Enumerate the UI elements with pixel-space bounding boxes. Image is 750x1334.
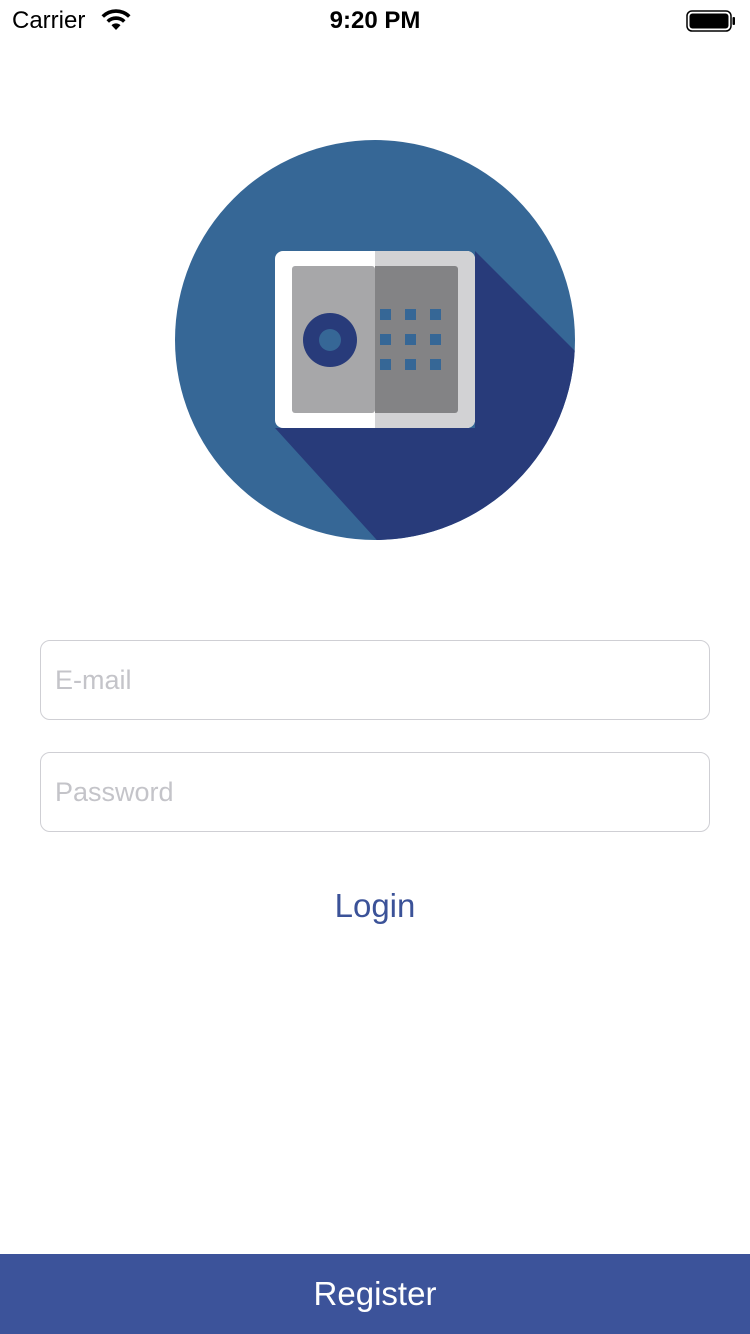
safe-keypad — [380, 309, 441, 370]
password-field[interactable] — [40, 752, 710, 832]
battery-icon — [686, 10, 735, 32]
status-bar: Carrier 9:20 PM — [0, 0, 750, 40]
login-screen: Carrier 9:20 PM E-mail Login Register — [0, 0, 750, 1334]
email-input[interactable] — [41, 641, 709, 719]
safe-icon — [275, 251, 475, 428]
password-input[interactable] — [41, 753, 709, 831]
safe-logo-icon — [175, 140, 575, 540]
login-button[interactable]: Login — [275, 880, 475, 930]
status-time: 9:20 PM — [329, 7, 421, 34]
email-field[interactable] — [40, 640, 710, 720]
register-button[interactable]: Register — [0, 1254, 750, 1334]
